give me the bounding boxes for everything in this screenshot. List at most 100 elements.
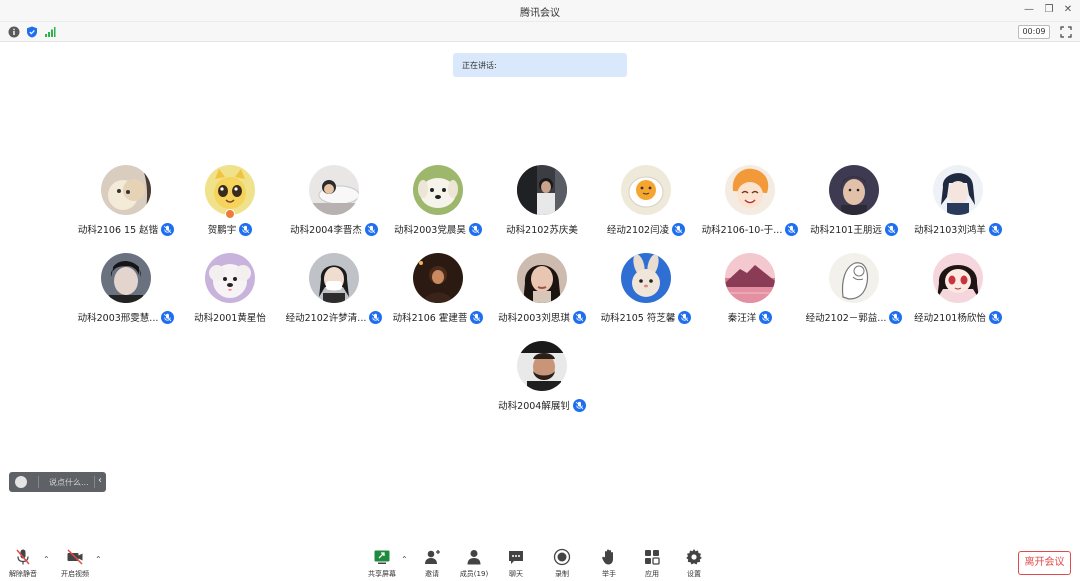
info-icon[interactable]	[8, 26, 20, 38]
participant-name: 贺鹏宇	[207, 225, 237, 236]
mic-status-icon	[759, 310, 773, 324]
unmute-label: 解除静音	[9, 570, 37, 578]
participant-tile[interactable]: 动科2106 霍建菩	[386, 253, 490, 333]
start-video-button[interactable]: 开启视频	[55, 548, 95, 580]
participant-tile[interactable]: 动科2003刘思琪	[490, 253, 594, 333]
avatar	[621, 253, 671, 303]
collapse-chat-icon[interactable]: ‹	[98, 475, 102, 486]
bottom-toolbar: 解除静音 ⌃ 开启视频 ⌃ 共享屏幕 ⌃ 邀请 成员(19) 聊天 录制 举手 …	[0, 543, 1080, 581]
participant-tile[interactable]: 经动2102闫凌	[594, 165, 698, 245]
avatar	[725, 253, 775, 303]
mic-muted-icon	[16, 549, 30, 565]
participant-tile[interactable]: 经动2101杨欣怡	[906, 253, 1010, 333]
apps-label: 应用	[645, 570, 659, 578]
invite-button[interactable]: 邀请	[412, 548, 452, 580]
shield-icon[interactable]	[26, 26, 38, 38]
invite-icon	[425, 550, 440, 564]
leave-meeting-button[interactable]: 离开会议	[1018, 551, 1071, 575]
avatar	[829, 165, 879, 215]
avatar	[933, 253, 983, 303]
emoji-icon[interactable]	[15, 476, 27, 488]
window-title: 腾讯会议	[520, 8, 560, 19]
record-label: 录制	[555, 570, 569, 578]
members-icon	[467, 550, 481, 565]
avatar	[517, 253, 567, 303]
chat-button[interactable]: 聊天	[496, 548, 536, 580]
chat-placeholder[interactable]: 说点什么...	[49, 477, 89, 488]
divider	[38, 476, 39, 488]
participant-grid: 动科2106 15 赵锴 贺鹏宇 动科2004李晋杰 动科2003党晨昊 动科2102苏…	[0, 0, 1080, 581]
camera-off-icon	[67, 549, 83, 565]
share-options-chevron-icon[interactable]: ⌃	[401, 555, 408, 564]
participant-tile[interactable]: 动科2105 符芝馨	[594, 253, 698, 333]
title-bar: 腾讯会议 — ❐ ✕	[0, 0, 1080, 22]
participant-tile[interactable]: 动科2103刘鸿羊	[906, 165, 1010, 245]
host-badge-icon	[225, 209, 235, 219]
participant-name: 秦汪洋	[727, 313, 757, 324]
participant-tile[interactable]: 动科2003党晨昊	[386, 165, 490, 245]
avatar	[621, 165, 671, 215]
participant-name-row: 动科2103刘鸿羊	[896, 221, 1020, 237]
minimize-icon[interactable]: —	[1022, 3, 1036, 17]
close-icon[interactable]: ✕	[1061, 3, 1075, 17]
unmute-button[interactable]: 解除静音	[3, 548, 43, 580]
participant-name: 动科2003邢雯慧...	[77, 313, 159, 324]
participant-name: 动科2004解展钊	[498, 401, 570, 412]
avatar	[517, 165, 567, 215]
avatar	[933, 165, 983, 215]
video-options-chevron-icon[interactable]: ⌃	[95, 555, 102, 564]
participant-tile[interactable]: 动科2003邢雯慧...	[74, 253, 178, 333]
avatar	[205, 253, 255, 303]
apps-button[interactable]: 应用	[632, 548, 672, 580]
members-button[interactable]: 成员(19)	[454, 548, 494, 580]
raise-hand-label: 举手	[602, 570, 616, 578]
participant-tile[interactable]: 动科2106-10-于...	[698, 165, 802, 245]
audio-options-chevron-icon[interactable]: ⌃	[43, 555, 50, 564]
participant-name: 经动2101杨欣怡	[914, 313, 986, 324]
participant-tile[interactable]: 动科2102苏庆美	[490, 165, 594, 245]
gear-icon	[686, 549, 702, 565]
avatar	[413, 165, 463, 215]
chat-input-bar[interactable]: 说点什么... ‹	[9, 472, 106, 492]
avatar	[101, 253, 151, 303]
start-video-label: 开启视频	[61, 570, 89, 578]
avatar	[309, 165, 359, 215]
share-screen-button[interactable]: 共享屏幕	[362, 548, 402, 580]
signal-icon[interactable]	[44, 26, 56, 38]
record-icon	[553, 548, 571, 566]
settings-button[interactable]: 设置	[674, 548, 714, 580]
participant-name: 动科2103刘鸿羊	[914, 225, 986, 236]
participant-name-row: 经动2101杨欣怡	[896, 309, 1020, 325]
participant-tile[interactable]: 动科2106 15 赵锴	[74, 165, 178, 245]
raise-hand-button[interactable]: 举手	[589, 548, 629, 580]
participant-tile[interactable]: 贺鹏宇	[178, 165, 282, 245]
avatar	[829, 253, 879, 303]
participant-tile[interactable]: 动科2004解展钊	[490, 341, 594, 421]
participant-name: 动科2105 符芝馨	[600, 313, 676, 324]
members-label: 成员(19)	[459, 570, 489, 578]
avatar	[205, 165, 255, 215]
participant-tile[interactable]: 经动2102许梦清...	[282, 253, 386, 333]
avatar	[725, 165, 775, 215]
chat-icon	[509, 551, 523, 564]
participant-name: 经动2102－郭益...	[805, 313, 887, 324]
participant-tile[interactable]: 经动2102－郭益...	[802, 253, 906, 333]
restore-icon[interactable]: ❐	[1042, 3, 1056, 17]
mic-status-icon	[672, 222, 686, 236]
participant-tile[interactable]: 动科2101王朋远	[802, 165, 906, 245]
participant-tile[interactable]: 动科2001黄星怡	[178, 253, 282, 333]
divider	[94, 476, 95, 488]
avatar	[309, 253, 359, 303]
mic-status-icon	[239, 222, 253, 236]
participant-name: 动科2102苏庆美	[506, 225, 578, 236]
participant-name: 动科2003刘思琪	[498, 313, 570, 324]
participant-name: 动科2106 15 赵锴	[77, 225, 159, 236]
record-button[interactable]: 录制	[542, 548, 582, 580]
participant-name: 动科2106-10-于...	[701, 225, 783, 236]
meeting-timer: 00:09	[1018, 25, 1050, 39]
fullscreen-icon[interactable]	[1060, 26, 1072, 38]
participant-tile[interactable]: 动科2004李晋杰	[282, 165, 386, 245]
participant-tile[interactable]: 秦汪洋	[698, 253, 802, 333]
participant-name: 动科2004李晋杰	[290, 225, 362, 236]
participant-name: 经动2102闫凌	[606, 225, 670, 236]
